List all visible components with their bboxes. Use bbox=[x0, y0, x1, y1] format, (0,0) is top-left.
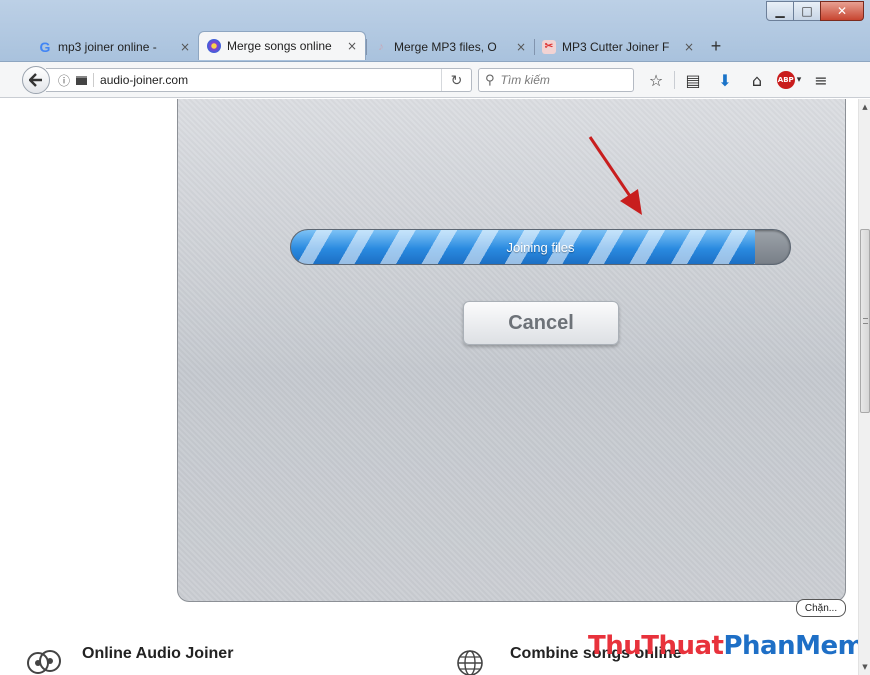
progress-label: Joining files bbox=[506, 239, 575, 255]
close-window-button[interactable]: ✕ bbox=[820, 1, 864, 21]
downloads-icon[interactable]: ⬇ bbox=[709, 68, 741, 92]
watermark-part-2: PhanMem.vn bbox=[723, 631, 858, 661]
close-tab-icon[interactable]: × bbox=[347, 39, 357, 53]
tab-mp3-cutter[interactable]: ✂ MP3 Cutter Joiner F × bbox=[534, 33, 702, 60]
red-arrow-annotation bbox=[588, 136, 642, 215]
feature-title: Online Audio Joiner bbox=[82, 645, 234, 662]
vinyl-records-icon bbox=[27, 650, 61, 674]
panel-texture bbox=[178, 99, 845, 601]
feature-online-audio-joiner: Online Audio Joiner bbox=[26, 645, 233, 675]
minimize-button[interactable]: ▁ bbox=[766, 1, 794, 21]
cancel-button[interactable]: Cancel bbox=[463, 301, 619, 345]
scroll-thumb[interactable] bbox=[860, 229, 870, 413]
page-viewport: Joining files Cancel Chặn... Online Audi… bbox=[0, 99, 858, 675]
scroll-grip bbox=[863, 318, 868, 324]
toolbar-icons: ☆ ▤ ⬇ ⌂ ABP ▾ ≡ bbox=[640, 68, 837, 92]
url-text[interactable]: audio-joiner.com bbox=[93, 73, 188, 87]
tab-list: G mp3 joiner online - × Merge songs onli… bbox=[30, 31, 730, 60]
reader-view-icon[interactable] bbox=[76, 75, 88, 85]
navigation-bar: ⓘ audio-joiner.com ↻ ⚲ Tìm kiếm ☆ ▤ ⬇ ⌂ … bbox=[0, 62, 870, 98]
bookmark-star-icon[interactable]: ☆ bbox=[640, 68, 672, 92]
google-icon: G bbox=[39, 38, 51, 55]
window-controls: ▁ □ ✕ bbox=[766, 1, 864, 25]
close-tab-icon[interactable]: × bbox=[684, 40, 694, 54]
browser-window: ▁ □ ✕ G mp3 joiner online - × Merge song… bbox=[0, 0, 870, 675]
url-bar[interactable]: ⓘ audio-joiner.com ↻ bbox=[46, 68, 472, 92]
tab-mp3-joiner[interactable]: G mp3 joiner online - × bbox=[30, 33, 198, 60]
tab-label: Merge songs online bbox=[227, 39, 332, 53]
search-icon: ⚲ bbox=[485, 72, 495, 88]
tab-strip: ▁ □ ✕ G mp3 joiner online - × Merge song… bbox=[0, 0, 870, 62]
scroll-down-arrow-icon[interactable]: ▼ bbox=[859, 661, 870, 673]
globe-icon bbox=[457, 650, 483, 675]
vertical-scrollbar[interactable]: ▲ ▼ bbox=[858, 99, 870, 675]
joiner-panel: Joining files Cancel bbox=[177, 99, 846, 602]
site-watermark: ThuThuatPhanMem.vn bbox=[588, 631, 858, 661]
search-placeholder: Tìm kiếm bbox=[500, 73, 550, 87]
home-icon[interactable]: ⌂ bbox=[741, 68, 773, 92]
block-button[interactable]: Chặn... bbox=[796, 599, 846, 617]
bookmarks-list-icon[interactable]: ▤ bbox=[677, 68, 709, 92]
tab-label: Merge MP3 files, O bbox=[394, 39, 497, 54]
tab-merge-mp3[interactable]: ♪ Merge MP3 files, O × bbox=[366, 33, 534, 60]
tab-label: MP3 Cutter Joiner F bbox=[562, 39, 670, 54]
audio-icon: ♪ bbox=[378, 40, 384, 53]
toolbar-separator bbox=[674, 71, 675, 89]
search-input[interactable]: ⚲ Tìm kiếm bbox=[478, 68, 634, 92]
menu-hamburger-icon[interactable]: ≡ bbox=[805, 68, 837, 92]
close-tab-icon[interactable]: × bbox=[180, 40, 190, 54]
new-tab-button[interactable]: + bbox=[702, 33, 730, 60]
merge-songs-icon bbox=[207, 39, 221, 53]
adblock-plus-icon[interactable]: ABP ▾ bbox=[773, 68, 805, 92]
joining-progress-bar: Joining files bbox=[290, 229, 791, 265]
scroll-up-arrow-icon[interactable]: ▲ bbox=[859, 101, 870, 113]
abp-badge: ABP bbox=[776, 71, 795, 89]
tab-merge-songs[interactable]: Merge songs online × bbox=[198, 31, 366, 60]
reload-icon[interactable]: ↻ bbox=[441, 69, 471, 91]
back-button[interactable] bbox=[22, 66, 50, 94]
back-arrow-icon bbox=[29, 73, 42, 87]
site-info-icon[interactable]: ⓘ bbox=[58, 72, 70, 89]
mp3-cutter-icon: ✂ bbox=[542, 39, 556, 54]
close-tab-icon[interactable]: × bbox=[516, 40, 526, 54]
watermark-part-1: ThuThuat bbox=[588, 631, 724, 661]
maximize-button[interactable]: □ bbox=[793, 1, 821, 21]
tab-label: mp3 joiner online - bbox=[58, 39, 157, 54]
